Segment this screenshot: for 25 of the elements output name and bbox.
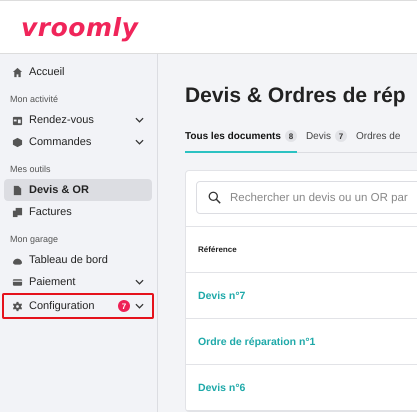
sidebar-item[interactable]: Factures [4,201,152,223]
document-icon [12,184,23,196]
card-icon [12,276,23,288]
search-icon [208,191,221,204]
column-header: Référence [198,245,237,254]
search-field[interactable]: Rechercher un devis ou un OR par [196,181,417,214]
sidebar-item[interactable]: Configuration 7 [2,293,154,319]
page-title: Devis & Ordres de rép [185,84,407,108]
home-icon [12,66,23,78]
tab[interactable]: Devis 7 [306,130,347,153]
sidebar-item[interactable]: Rendez-vous [4,109,152,131]
notification-badge: 7 [118,300,130,312]
tab[interactable]: Tous les documents 8 [185,130,297,153]
settings-icon [12,300,23,312]
sidebar-item[interactable]: Accueil [4,61,152,83]
calendar-icon [12,114,23,126]
section-title: Mon garage [9,233,60,246]
sidebar-item[interactable]: Paiement [4,271,152,293]
sidebar-item[interactable]: Commandes [4,131,152,153]
section-title: Mon activité [9,93,60,106]
sidebar-item[interactable]: Devis & OR [4,179,152,201]
tab[interactable]: Ordres de [356,130,400,153]
section-title: Mes outils [9,163,52,176]
sidebar-item[interactable]: Tableau de bord [4,249,152,271]
logo[interactable]: vroomly [21,12,138,42]
